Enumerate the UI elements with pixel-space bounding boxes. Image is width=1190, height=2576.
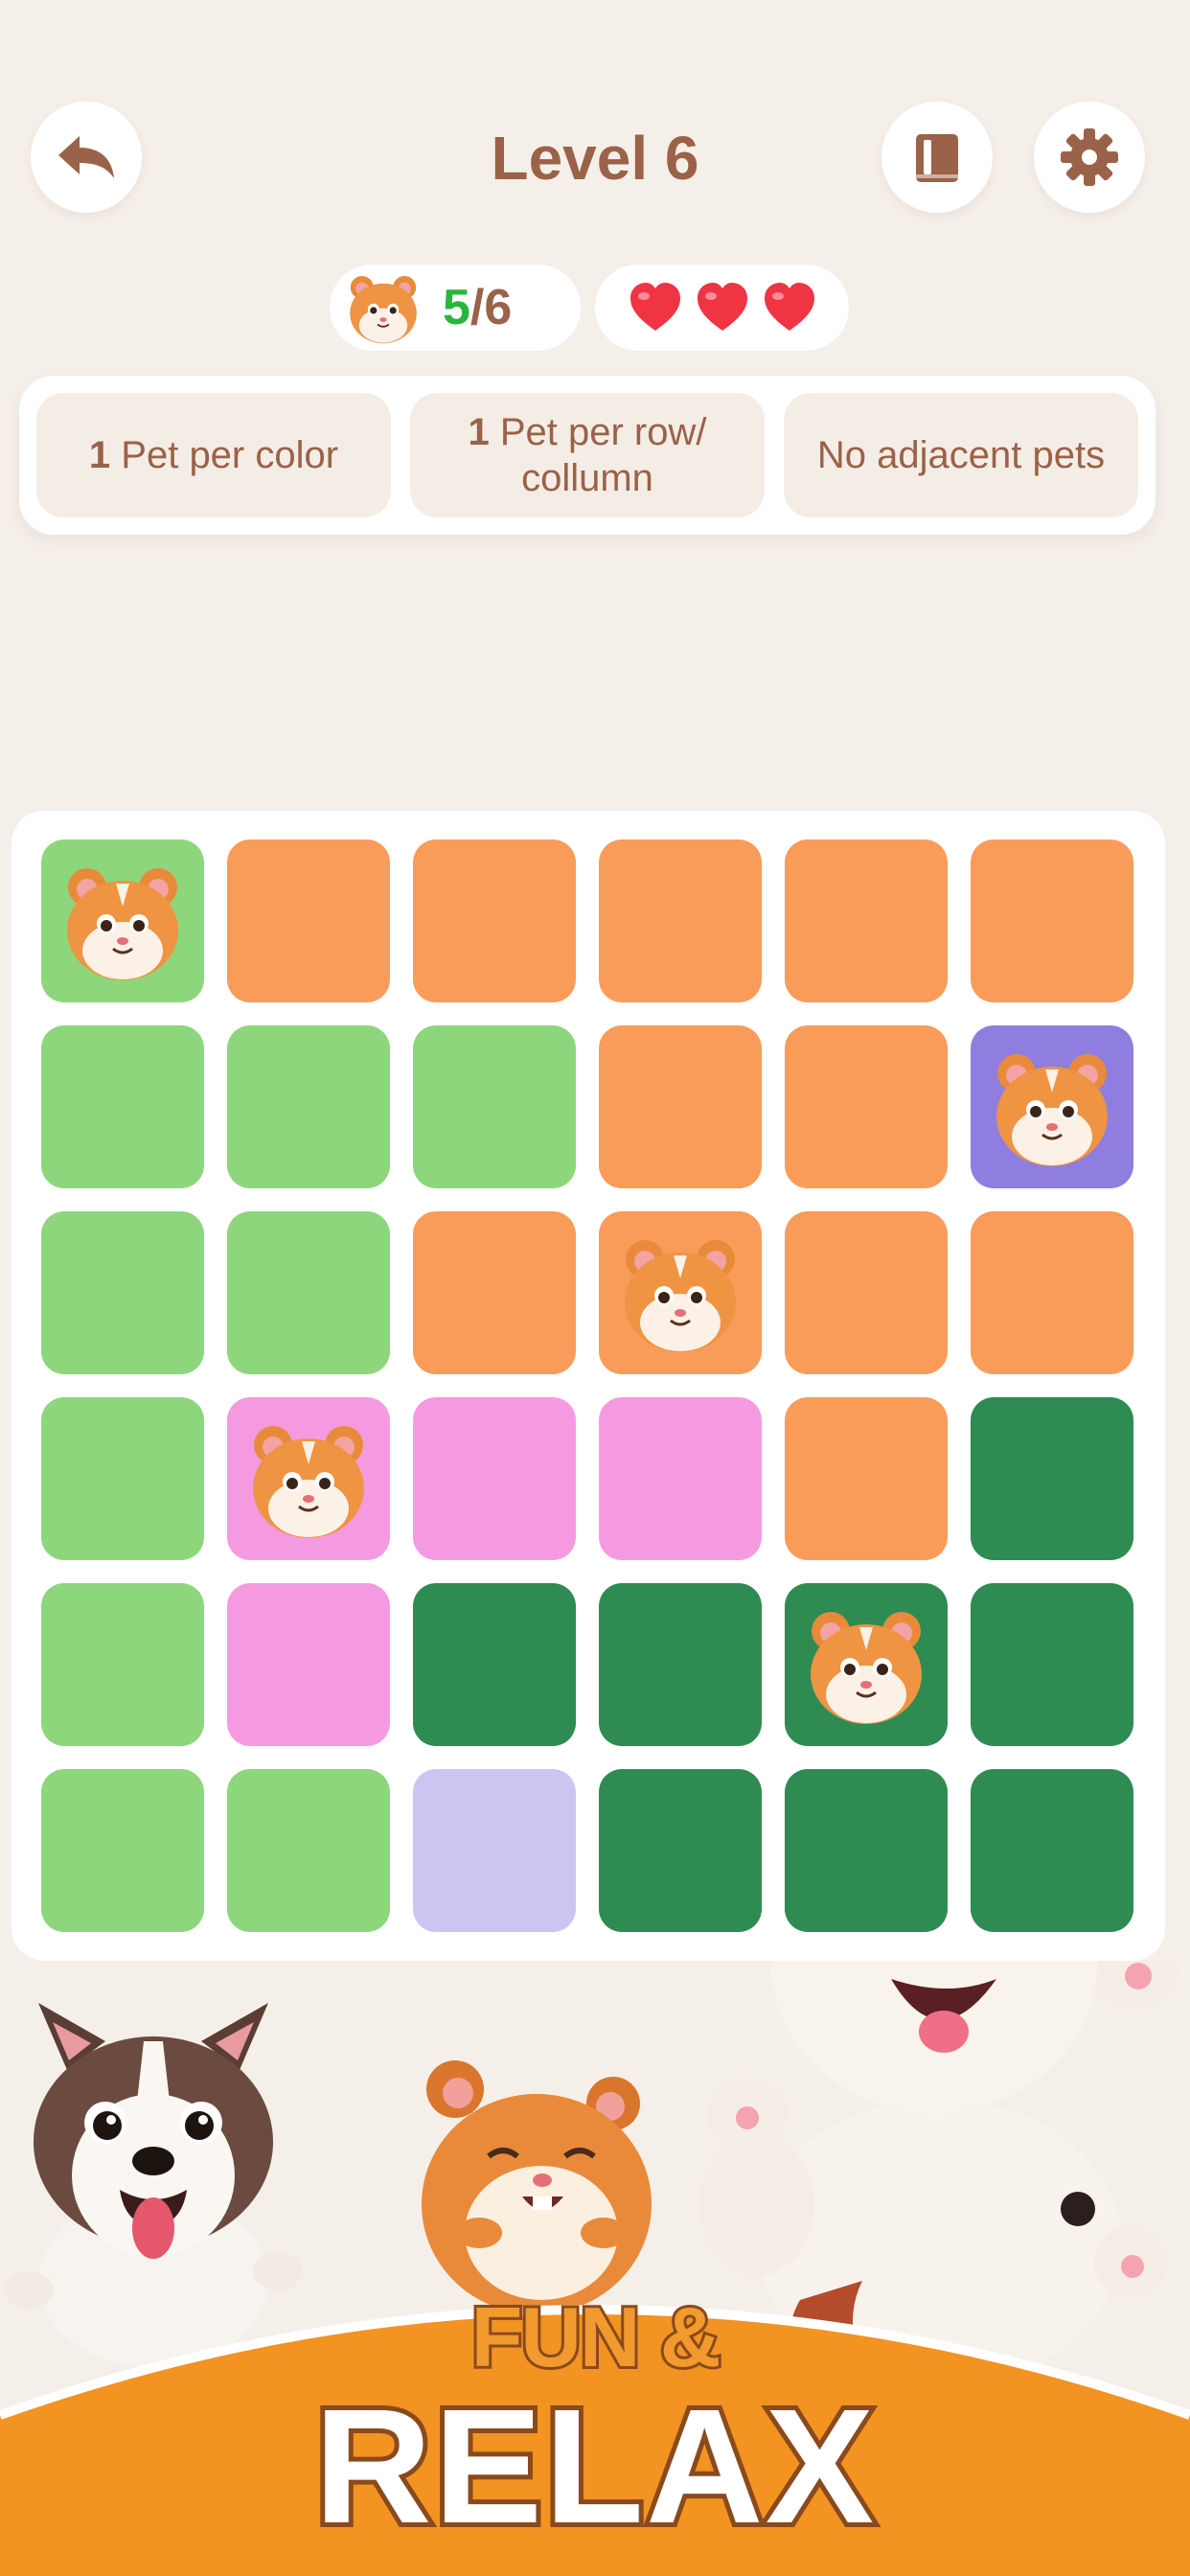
board-cell[interactable] bbox=[41, 1397, 204, 1560]
banner-title-large: RELAX bbox=[309, 2371, 879, 2563]
rule-text: Pet per color bbox=[110, 434, 339, 476]
board-cell[interactable] bbox=[413, 1397, 576, 1560]
board-cell[interactable] bbox=[971, 1211, 1133, 1374]
settings-button[interactable] bbox=[1034, 102, 1145, 213]
progress-done: 5 bbox=[443, 280, 470, 335]
board-cell[interactable] bbox=[971, 840, 1133, 1002]
board-cell[interactable] bbox=[227, 1583, 390, 1746]
heart-icon bbox=[697, 283, 747, 331]
board-cell[interactable] bbox=[227, 1769, 390, 1932]
hamster-icon bbox=[253, 1426, 364, 1538]
board-cell[interactable] bbox=[971, 1397, 1133, 1560]
page-title: Level 6 bbox=[491, 124, 699, 193]
board-cell[interactable] bbox=[785, 1583, 948, 1746]
board-cell[interactable] bbox=[971, 1769, 1133, 1932]
board-cell[interactable] bbox=[413, 1583, 576, 1746]
rule-number: 1 bbox=[468, 411, 490, 453]
rule-text: Pet per row/ collumn bbox=[489, 411, 707, 499]
gear-icon bbox=[1061, 128, 1118, 186]
banner-title-small: FUN & bbox=[469, 2287, 724, 2387]
board-cell[interactable] bbox=[41, 1583, 204, 1746]
heart-icon bbox=[629, 283, 680, 331]
hamster-icon bbox=[350, 276, 417, 344]
hamster-mascot bbox=[422, 2060, 652, 2314]
rules-book-button[interactable] bbox=[881, 102, 993, 213]
board-cell[interactable] bbox=[413, 1211, 576, 1374]
hamster-icon bbox=[625, 1240, 736, 1352]
rule-one-per-row-column: 1 Pet per row/ collumn bbox=[410, 393, 765, 518]
board-cell[interactable] bbox=[599, 1025, 762, 1188]
board-cell[interactable] bbox=[971, 1583, 1133, 1746]
rule-number: 1 bbox=[88, 434, 111, 476]
board-cell[interactable] bbox=[785, 1397, 948, 1560]
board-cell[interactable] bbox=[785, 1211, 948, 1374]
rule-one-per-color: 1 Pet per color bbox=[36, 393, 391, 518]
board-cell[interactable] bbox=[785, 1025, 948, 1188]
board-cell[interactable] bbox=[41, 1769, 204, 1932]
board-cell[interactable] bbox=[413, 1025, 576, 1188]
board-cell[interactable] bbox=[227, 840, 390, 1002]
board-cell[interactable] bbox=[599, 1397, 762, 1560]
board-cell[interactable] bbox=[971, 1025, 1133, 1188]
hamster-icon bbox=[996, 1054, 1108, 1166]
book-icon bbox=[916, 134, 958, 182]
board-cell[interactable] bbox=[227, 1211, 390, 1374]
board-cell[interactable] bbox=[41, 1211, 204, 1374]
board-cell[interactable] bbox=[227, 1397, 390, 1560]
board-cell[interactable] bbox=[413, 840, 576, 1002]
board-cell[interactable] bbox=[41, 840, 204, 1002]
rule-no-adjacent: No adjacent pets bbox=[784, 393, 1138, 518]
board-cell[interactable] bbox=[785, 840, 948, 1002]
board-cell[interactable] bbox=[413, 1769, 576, 1932]
progress-total: /6 bbox=[469, 280, 513, 335]
board-cell[interactable] bbox=[599, 1583, 762, 1746]
board-cell[interactable] bbox=[599, 1211, 762, 1374]
lives-counter bbox=[595, 264, 849, 351]
board-cell[interactable] bbox=[227, 1025, 390, 1188]
progress-counter: 5/6 bbox=[330, 264, 581, 351]
board-cell[interactable] bbox=[785, 1769, 948, 1932]
rules-panel: 1 Pet per color 1 Pet per row/ collumn N… bbox=[19, 376, 1156, 535]
hamster-icon bbox=[67, 868, 178, 980]
board-cell[interactable] bbox=[41, 1025, 204, 1188]
heart-icon bbox=[764, 283, 814, 331]
puzzle-board bbox=[11, 811, 1165, 1961]
hamster-icon bbox=[811, 1612, 922, 1724]
board-cell[interactable] bbox=[599, 1769, 762, 1932]
rule-text: No adjacent pets bbox=[816, 434, 1106, 476]
board-cell[interactable] bbox=[599, 840, 762, 1002]
